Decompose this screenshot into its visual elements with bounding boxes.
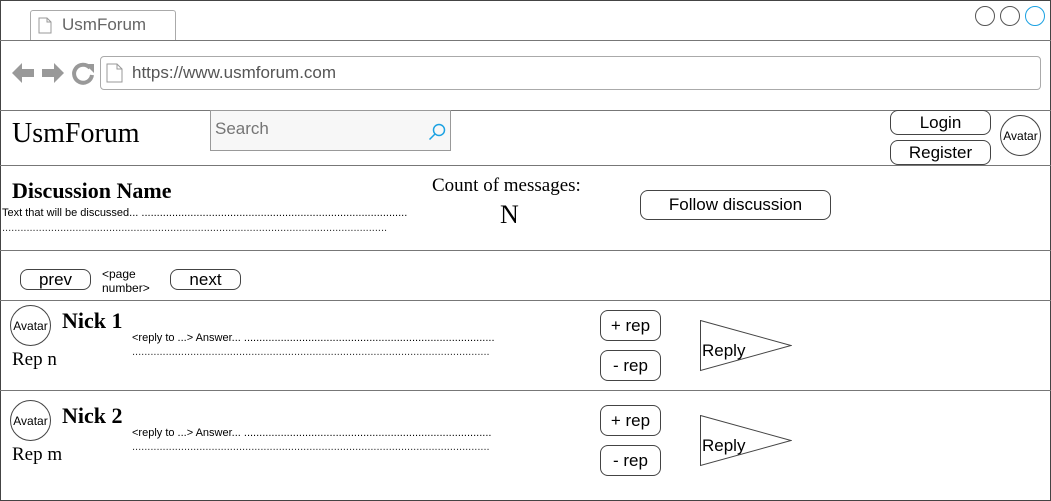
minus-rep-button[interactable]: - rep (600, 350, 661, 381)
message-answer: <reply to ...> Answer... ...............… (132, 332, 495, 344)
login-button[interactable]: Login (890, 110, 991, 135)
forward-arrow-icon[interactable] (40, 60, 66, 86)
back-arrow-icon[interactable] (10, 60, 36, 86)
pagination-divider (0, 300, 1051, 301)
search-box[interactable] (210, 110, 451, 151)
site-logo[interactable]: UsmForum (12, 118, 140, 150)
page-number-line2: number> (102, 281, 150, 295)
reply-button[interactable]: Reply (702, 436, 745, 456)
page-icon (106, 63, 123, 83)
reply-button[interactable]: Reply (702, 341, 745, 361)
plus-rep-button[interactable]: + rep (600, 310, 661, 341)
message-author-nick[interactable]: Nick 1 (62, 308, 123, 334)
header-divider (0, 165, 1051, 166)
message-author-rep: Rep m (12, 444, 63, 465)
avatar[interactable]: Avatar (10, 305, 51, 346)
close-button[interactable] (1025, 6, 1045, 26)
avatar[interactable]: Avatar (1000, 115, 1041, 156)
message-answer-line: ........................................… (132, 441, 490, 453)
discussion-text: Text that will be discussed... .........… (2, 207, 408, 219)
plus-rep-button[interactable]: + rep (600, 405, 661, 436)
search-icon[interactable] (428, 123, 446, 141)
refresh-icon[interactable] (70, 60, 96, 86)
follow-discussion-button[interactable]: Follow discussion (640, 190, 831, 220)
prev-page-button[interactable]: prev (20, 269, 91, 290)
tab-title: UsmForum (62, 15, 147, 34)
page-number: <page number> (102, 267, 150, 295)
register-button[interactable]: Register (890, 140, 991, 165)
message-author-rep: Rep n (12, 349, 57, 370)
discussion-title: Discussion Name (12, 178, 172, 203)
page-icon (38, 17, 52, 34)
discussion-divider (0, 250, 1051, 251)
minimize-button[interactable] (975, 6, 995, 26)
message-answer: <reply to ...> Answer... ...............… (132, 427, 492, 439)
message-count-value: N (500, 200, 519, 229)
message-count-label: Count of messages: (432, 175, 581, 196)
url-text: https://www.usmforum.com (132, 63, 337, 82)
avatar[interactable]: Avatar (10, 400, 51, 441)
message-answer-line: ........................................… (132, 346, 490, 358)
discussion-text-line: ........................................… (2, 222, 388, 234)
maximize-button[interactable] (1000, 6, 1020, 26)
next-page-button[interactable]: next (170, 269, 241, 290)
minus-rep-button[interactable]: - rep (600, 445, 661, 476)
search-input[interactable] (215, 119, 415, 139)
page-number-line1: <page (102, 267, 136, 281)
tabstrip-divider (0, 40, 1051, 41)
message-divider (0, 390, 1051, 391)
message-author-nick[interactable]: Nick 2 (62, 403, 123, 429)
